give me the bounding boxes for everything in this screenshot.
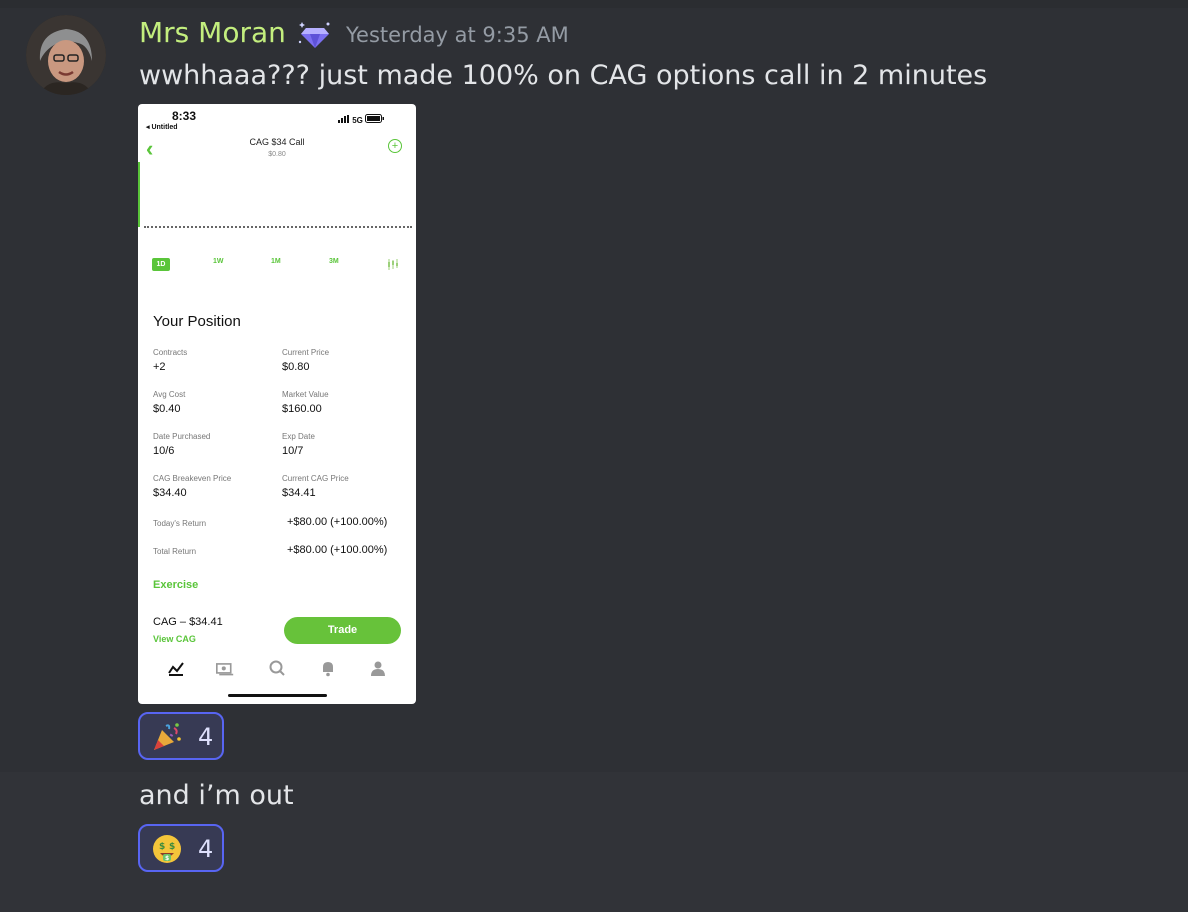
cash-tab-icon [216, 663, 234, 676]
reaction-count: 4 [198, 723, 214, 751]
trade-button: Trade [284, 617, 401, 644]
contracts-value: +2 [153, 361, 166, 373]
contracts-label: Contracts [153, 348, 188, 357]
current-price-label: Current Price [282, 348, 330, 357]
current-cag-value: $34.41 [282, 487, 316, 499]
message-content-followup: and i’m out [139, 780, 294, 811]
battery-icon [365, 114, 385, 123]
chart-tab-icon [168, 662, 184, 676]
range-1m: 1M [271, 258, 281, 265]
username[interactable]: Mrs Moran [139, 16, 286, 49]
search-tab-icon [269, 660, 285, 676]
total-return-label: Total Return [153, 547, 197, 556]
range-1d: 1D [152, 258, 170, 271]
reaction-party-popper[interactable]: 4 [138, 712, 224, 760]
candlestick-icon [388, 259, 398, 270]
account-tab-icon [371, 661, 385, 676]
bell-tab-icon [323, 662, 333, 677]
chart-baseline [144, 226, 412, 228]
range-3m: 3M [329, 258, 339, 265]
market-value-value: $160.00 [282, 403, 322, 415]
date-purchased-value: 10/6 [153, 445, 175, 457]
signal-indicator: 5G [338, 114, 385, 125]
reaction-money-mouth[interactable]: $ $ $ 4 [138, 824, 224, 872]
signal-bars-icon [338, 115, 349, 123]
diamond-sparkle-icon[interactable] [298, 20, 332, 50]
svg-text:$: $ [159, 842, 165, 852]
exercise-link: Exercise [153, 579, 199, 591]
market-value-label: Market Value [282, 390, 329, 399]
message-content: wwhhaaa??? just made 100% on CAG options… [139, 60, 988, 91]
add-icon: + [388, 139, 402, 153]
breakeven-value: $34.40 [153, 487, 187, 499]
user-avatar[interactable] [26, 15, 106, 95]
date-purchased-label: Date Purchased [153, 432, 211, 441]
svg-text:$: $ [165, 855, 169, 862]
money-mouth-face-emoji: $ $ $ [153, 835, 181, 863]
option-title: CAG $34 Call [249, 137, 305, 147]
current-price-value: $0.80 [282, 361, 310, 373]
exp-date-label: Exp Date [282, 432, 315, 441]
todays-return-label: Today's Return [153, 519, 207, 528]
reaction-count: 4 [198, 835, 214, 863]
total-return-value: +$80.00 (+100.00%) [287, 544, 388, 556]
price-chart-line [138, 162, 140, 227]
message-timestamp[interactable]: Yesterday at 9:35 AM [346, 23, 569, 47]
option-price: $0.80 [268, 151, 286, 158]
status-back-label: ◂ Untitled [146, 124, 178, 131]
svg-text:$: $ [169, 842, 175, 852]
avg-cost-value: $0.40 [153, 403, 181, 415]
top-divider [0, 0, 1188, 8]
image-attachment[interactable]: 8:33 ◂ Untitled 5G ‹ CAG $34 Call $0.80 … [138, 104, 416, 704]
exp-date-value: 10/7 [282, 445, 304, 457]
view-cag-link: View CAG [153, 634, 196, 644]
network-label: 5G [352, 116, 363, 125]
cag-price-line: CAG – $34.41 [153, 616, 223, 628]
status-time: 8:33 [172, 109, 197, 123]
range-1w: 1W [213, 258, 224, 265]
avatar-portrait [26, 15, 106, 95]
current-cag-label: Current CAG Price [282, 474, 349, 483]
party-popper-emoji [154, 723, 181, 750]
position-title: Your Position [153, 313, 241, 330]
todays-return-value: +$80.00 (+100.00%) [287, 516, 388, 528]
avg-cost-label: Avg Cost [153, 390, 186, 399]
home-indicator [228, 694, 327, 697]
breakeven-label: CAG Breakeven Price [153, 474, 232, 483]
